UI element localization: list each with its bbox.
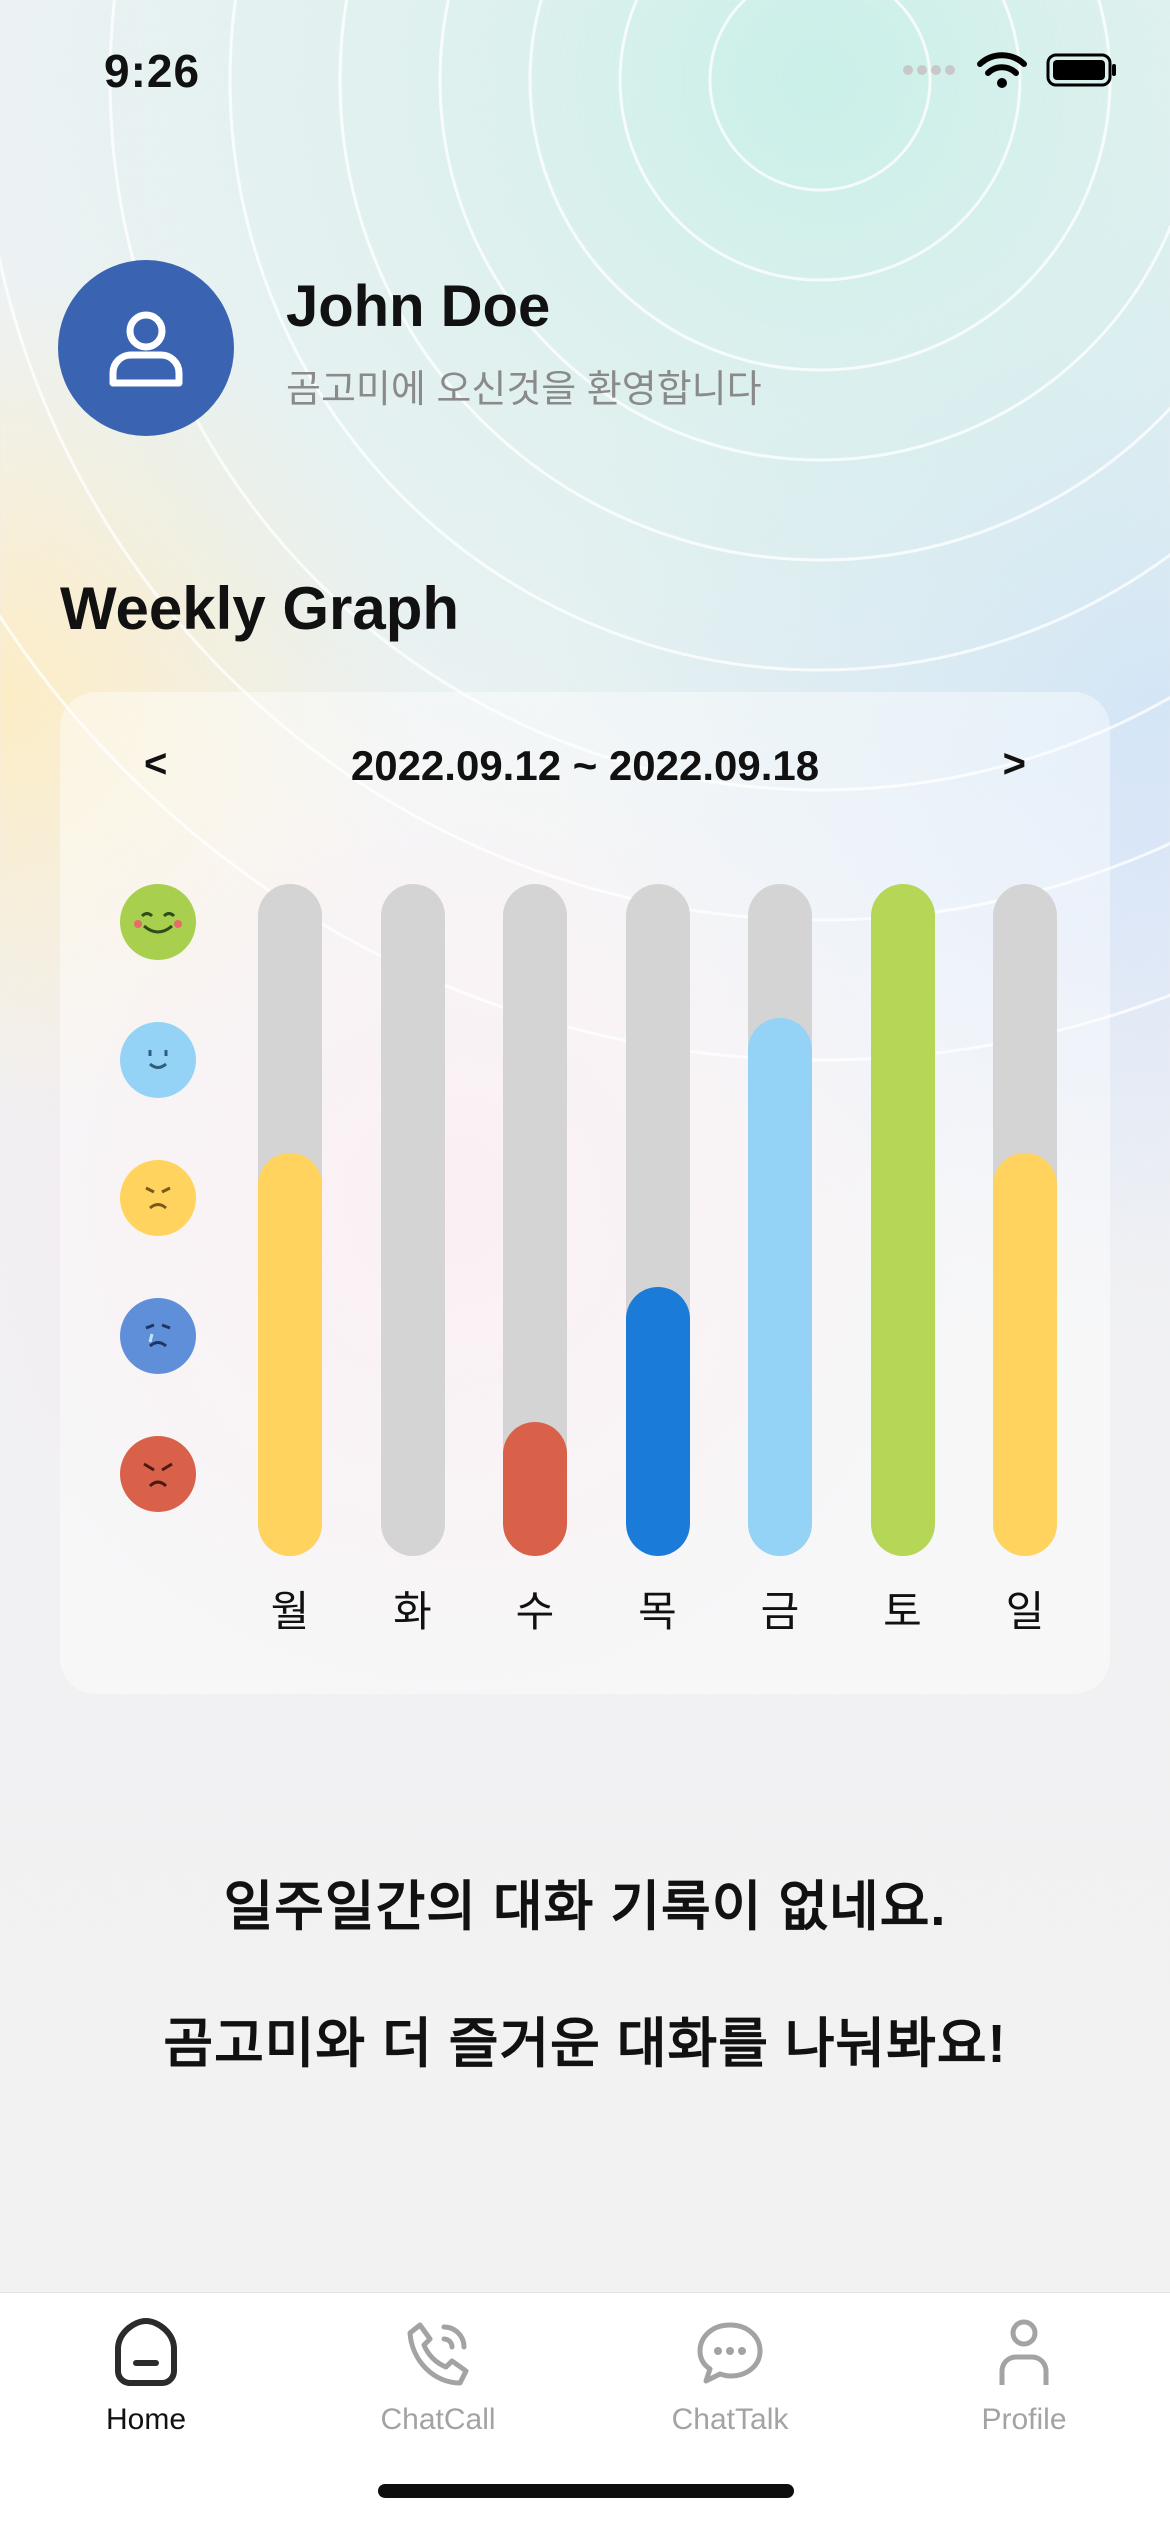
day-label: 일: [1005, 1588, 1045, 1635]
user-name: John Doe: [286, 274, 551, 339]
status-icons: [902, 50, 1118, 90]
avatar[interactable]: [58, 260, 234, 436]
tab-profile[interactable]: Profile: [914, 2313, 1134, 2437]
bar-fill: [870, 884, 935, 1556]
battery-icon: [1046, 53, 1116, 87]
calm-mood-icon: [118, 1020, 198, 1100]
tab-label: Profile: [981, 2403, 1067, 2436]
happy-mood-icon: [118, 882, 198, 962]
section-title: Weekly Graph: [60, 575, 460, 642]
tab-chatcall[interactable]: ChatCall: [328, 2313, 548, 2437]
next-week-button[interactable]: >: [1003, 742, 1026, 787]
status-bar: 9:26: [0, 0, 1170, 150]
tab-label: Home: [105, 2403, 187, 2436]
angry-mood-icon: [118, 1434, 198, 1514]
sad-mood-icon: [118, 1296, 198, 1376]
bar-track-0: [258, 884, 322, 1556]
chat-bubble-icon: [697, 2322, 763, 2384]
bar-track-5: [870, 884, 935, 1556]
bar-fill: [503, 1421, 567, 1556]
tab-label: ChatTalk: [671, 2403, 789, 2436]
wifi-icon: [977, 52, 1027, 88]
bar-fill: [258, 1152, 322, 1556]
tab-chattalk[interactable]: ChatTalk: [620, 2313, 840, 2437]
day-label: 화: [393, 1588, 432, 1635]
home-indicator: [378, 2484, 794, 2498]
welcome-text: 곰고미에 오신것을 환영합니다: [286, 369, 762, 411]
bar-track-3: [625, 884, 690, 1556]
day-label: 금: [760, 1588, 800, 1635]
bar-track-6: [993, 884, 1057, 1556]
bar-fill: [993, 1152, 1057, 1556]
day-label: 목: [638, 1588, 677, 1635]
signal-icon: [903, 65, 955, 75]
phone-call-icon: [407, 2322, 469, 2386]
profile-header: John Doe 곰고미에 오신것을 환영합니다: [58, 260, 762, 436]
bar-fill: [748, 1018, 812, 1556]
empty-message-line-1: 일주일간의 대화 기록이 없네요.: [223, 1877, 947, 1937]
status-time: 9:26: [104, 45, 201, 97]
day-label: 수: [515, 1588, 555, 1635]
empty-message-line-2: 곰고미와 더 즐거운 대화를 나눠봐요!: [163, 2014, 1007, 2074]
worried-mood-icon: [118, 1158, 198, 1238]
weekly-graph-card: < 2022.09.12 ~ 2022.09.18 > 월화수목금토일: [60, 692, 1110, 1694]
bar-track-2: [503, 884, 567, 1556]
date-range: 2022.09.12 ~ 2022.09.18: [350, 742, 820, 789]
person-icon: [109, 311, 183, 387]
bar-fill: [625, 1287, 690, 1556]
person-icon: [999, 2319, 1049, 2385]
bar-track-4: [748, 884, 812, 1556]
day-label: 월: [270, 1588, 310, 1635]
profile-text: John Doe 곰고미에 오신것을 환영합니다: [286, 274, 762, 413]
day-label: 토: [883, 1588, 922, 1635]
bar-track-1: [380, 884, 445, 1556]
empty-history-message: 일주일간의 대화 기록이 없네요. 곰고미와 더 즐거운 대화를 나눠봐요!: [0, 1862, 1170, 2078]
home-icon: [115, 2318, 177, 2386]
tab-home[interactable]: Home: [36, 2313, 256, 2437]
tab-label: ChatCall: [380, 2403, 496, 2436]
